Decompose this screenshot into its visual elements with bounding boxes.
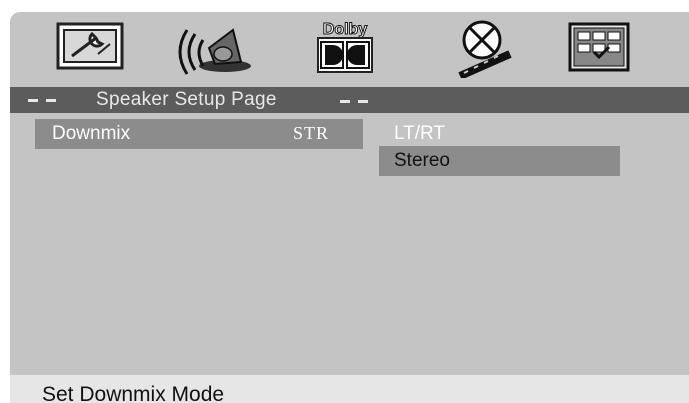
status-bar: Set Downmix Mode [10,375,689,403]
page-title: Speaker Setup Page [96,89,277,110]
osd-screen: Dolby Speaker Setup Page Downmix STR LT/… [10,12,689,403]
title-dash-icon [340,100,350,103]
option-label: Stereo [394,150,450,171]
title-dash-icon [46,99,56,102]
status-text: Set Downmix Mode [42,383,225,403]
video-setup-icon[interactable] [440,18,520,80]
option-stereo[interactable]: Stereo [379,146,620,176]
page-title-bar: Speaker Setup Page [10,87,689,113]
dolby-digital-icon[interactable]: Dolby [305,18,385,78]
option-label: LT/RT [394,123,446,144]
menu-item-value: STR [293,123,330,143]
general-setup-icon[interactable] [50,18,130,78]
menu-item-label: Downmix [52,123,131,144]
preference-setup-icon[interactable] [558,18,638,78]
setup-icon-bar: Dolby [10,12,689,84]
dolby-label: Dolby [323,21,368,38]
title-dash-icon [28,99,38,102]
menu-item-downmix[interactable]: Downmix STR [35,119,363,149]
speaker-setup-icon[interactable] [175,18,255,78]
option-lt-rt[interactable]: LT/RT [379,119,620,149]
title-dash-icon [358,100,368,103]
